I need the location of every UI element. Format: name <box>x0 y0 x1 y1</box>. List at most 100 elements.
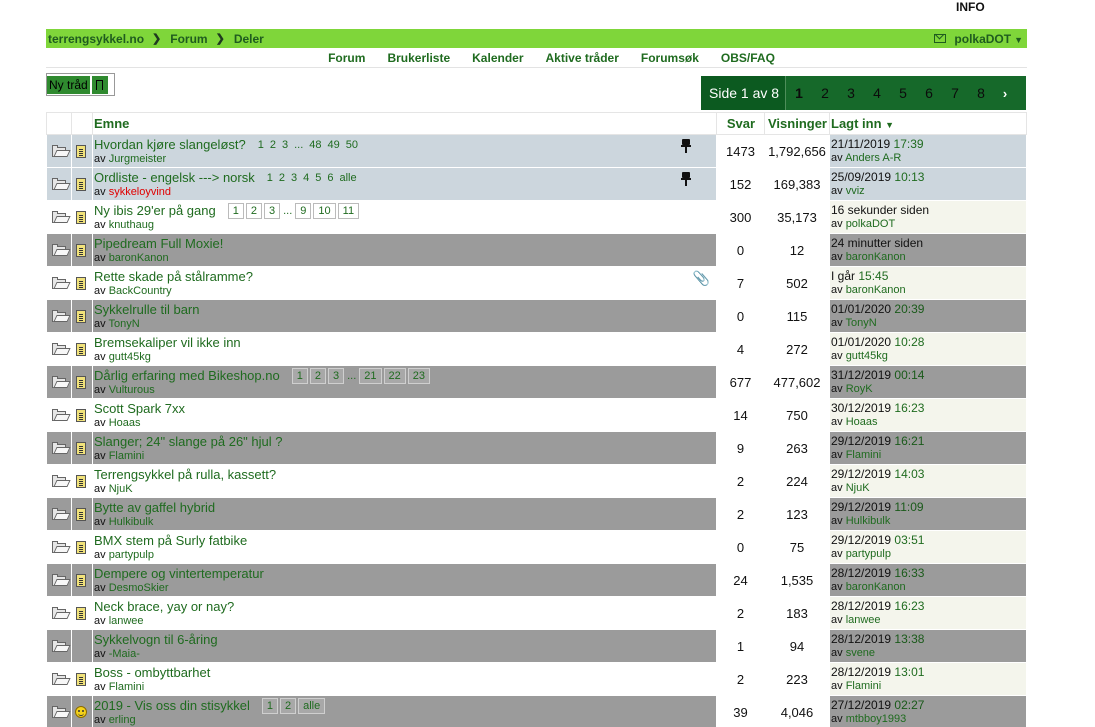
thread-author[interactable]: knuthaug <box>109 219 154 231</box>
last-post-time[interactable]: 14:03 <box>894 467 924 481</box>
thread-title[interactable]: Dårlig erfaring med Bikeshop.no <box>94 368 280 383</box>
nav-userlist[interactable]: Brukerliste <box>387 51 450 65</box>
page-link-1[interactable]: 1 <box>786 85 812 101</box>
folder-icon[interactable] <box>52 244 71 256</box>
thread-page-link[interactable]: 3 <box>327 367 345 384</box>
thread-author[interactable]: baronKanon <box>109 252 169 264</box>
last-post-author[interactable]: vviz <box>846 185 865 197</box>
folder-icon[interactable] <box>52 475 71 487</box>
last-post-time[interactable]: 15:45 <box>858 269 888 283</box>
thread-title[interactable]: BMX stem på Surly fatbike <box>94 533 247 548</box>
thread-page-link[interactable]: 1 <box>227 202 244 219</box>
last-post-time[interactable]: 10:13 <box>894 170 924 184</box>
last-post-time[interactable]: 16:33 <box>894 566 924 580</box>
last-post-author[interactable]: Flamini <box>846 449 881 461</box>
last-post-author[interactable]: mtbboy1993 <box>846 713 907 725</box>
last-post-author[interactable]: Hoaas <box>846 416 878 428</box>
page-indicator[interactable]: Side 1 av 8 <box>701 76 787 110</box>
thread-page-link[interactable]: 1 <box>258 139 264 151</box>
last-post-author[interactable]: partypulp <box>846 548 891 560</box>
folder-icon[interactable] <box>52 442 71 454</box>
thread-page-link[interactable]: 9 <box>295 202 312 219</box>
thread-author[interactable]: -Maia- <box>109 648 140 660</box>
nav-forum[interactable]: Forum <box>328 51 365 65</box>
thread-author[interactable]: Flamini <box>109 450 144 462</box>
new-thread-button[interactable]: Ny tråd <box>47 75 90 94</box>
folder-icon[interactable] <box>52 211 71 223</box>
thread-page-link[interactable]: 3 <box>291 172 297 184</box>
last-post-time[interactable]: 16:23 <box>894 599 924 613</box>
bookmark-button[interactable] <box>91 75 108 94</box>
thread-title[interactable]: Sykkelvogn til 6-åring <box>94 632 218 647</box>
header-views[interactable]: Visninger <box>764 112 830 135</box>
last-post-author[interactable]: polkaDOT <box>846 218 896 230</box>
folder-icon[interactable] <box>52 178 71 190</box>
page-link-5[interactable]: 5 <box>890 85 916 101</box>
page-link-6[interactable]: 6 <box>916 85 942 101</box>
thread-page-link[interactable]: alle <box>340 172 357 184</box>
thread-author[interactable]: partypulp <box>109 549 154 561</box>
last-post-author[interactable]: Anders A-R <box>845 152 901 164</box>
thread-author[interactable]: Hulkibulk <box>109 516 154 528</box>
thread-title[interactable]: Rette skade på stålramme? <box>94 269 253 284</box>
envelope-icon[interactable] <box>934 34 947 43</box>
header-last-post[interactable]: Lagt inn ▼ <box>829 112 1027 135</box>
thread-page-link[interactable]: 2 <box>279 172 285 184</box>
last-post-time[interactable]: 03:51 <box>894 533 924 547</box>
thread-author[interactable]: Hoaas <box>109 417 141 429</box>
folder-icon[interactable] <box>52 343 71 355</box>
info-label[interactable]: INFO <box>956 0 985 14</box>
thread-title[interactable]: Sykkelrulle til barn <box>94 302 200 317</box>
folder-icon[interactable] <box>52 607 71 619</box>
folder-icon[interactable] <box>52 673 71 685</box>
user-menu[interactable]: polkaDOT ▼ <box>954 32 1023 46</box>
last-post-author[interactable]: TonyN <box>845 317 876 329</box>
last-post-author[interactable]: baronKanon <box>846 581 906 593</box>
thread-page-link[interactable]: 2 <box>245 202 262 219</box>
thread-author[interactable]: NjuK <box>109 483 133 495</box>
last-post-time[interactable]: 10:28 <box>894 335 924 349</box>
thread-page-link[interactable]: 23 <box>407 367 431 384</box>
last-post-author[interactable]: svene <box>846 647 875 659</box>
last-post-time[interactable]: 16:23 <box>894 401 924 415</box>
folder-icon[interactable] <box>52 541 71 553</box>
thread-page-link[interactable]: 3 <box>282 139 288 151</box>
last-post-author[interactable]: baronKanon <box>846 284 906 296</box>
folder-icon[interactable] <box>52 574 71 586</box>
thread-title[interactable]: Hvordan kjøre slangeløst? <box>94 137 246 152</box>
page-link-8[interactable]: 8 <box>968 85 994 101</box>
page-link-2[interactable]: 2 <box>812 85 838 101</box>
last-post-time[interactable]: 11:09 <box>894 500 923 514</box>
thread-page-link[interactable]: 3 <box>263 202 281 219</box>
page-link-3[interactable]: 3 <box>838 85 864 101</box>
thread-title[interactable]: Terrengsykkel på rulla, kassett? <box>94 467 276 482</box>
breadcrumb-current[interactable]: Deler <box>234 32 264 46</box>
folder-icon[interactable] <box>52 145 71 157</box>
header-last-post-label[interactable]: Lagt inn <box>831 116 882 131</box>
thread-title[interactable]: Bremsekaliper vil ikke inn <box>94 335 241 350</box>
breadcrumb-forum[interactable]: Forum <box>170 32 207 46</box>
thread-page-link[interactable]: 11 <box>337 202 360 219</box>
last-post-author[interactable]: Hulkibulk <box>846 515 891 527</box>
last-post-author[interactable]: NjuK <box>846 482 870 494</box>
thread-author[interactable]: erling <box>109 714 136 726</box>
folder-icon[interactable] <box>52 376 71 388</box>
folder-icon[interactable] <box>52 277 71 289</box>
thread-title[interactable]: Boss - ombyttbarhet <box>94 665 210 680</box>
thread-author[interactable]: Jurgmeister <box>109 153 166 165</box>
thread-author[interactable]: Vulturous <box>109 384 155 396</box>
last-post-time[interactable]: 13:38 <box>894 632 924 646</box>
nav-active-threads[interactable]: Aktive tråder <box>546 51 619 65</box>
thread-title[interactable]: 2019 - Vis oss din stisykkel <box>94 698 250 713</box>
thread-page-link[interactable]: 2 <box>279 697 297 714</box>
last-post-author[interactable]: gutt45kg <box>846 350 888 362</box>
last-post-time[interactable]: 17:39 <box>894 137 924 151</box>
last-post-time[interactable]: 13:01 <box>894 665 924 679</box>
thread-author[interactable]: sykkeloyvind <box>109 186 171 198</box>
thread-page-link[interactable]: 4 <box>303 172 309 184</box>
thread-title[interactable]: Dempere og vintertemperatur <box>94 566 264 581</box>
folder-icon[interactable] <box>52 310 71 322</box>
page-link-7[interactable]: 7 <box>942 85 968 101</box>
thread-page-link[interactable]: 50 <box>346 139 358 151</box>
last-post-time[interactable]: 00:14 <box>894 368 924 382</box>
